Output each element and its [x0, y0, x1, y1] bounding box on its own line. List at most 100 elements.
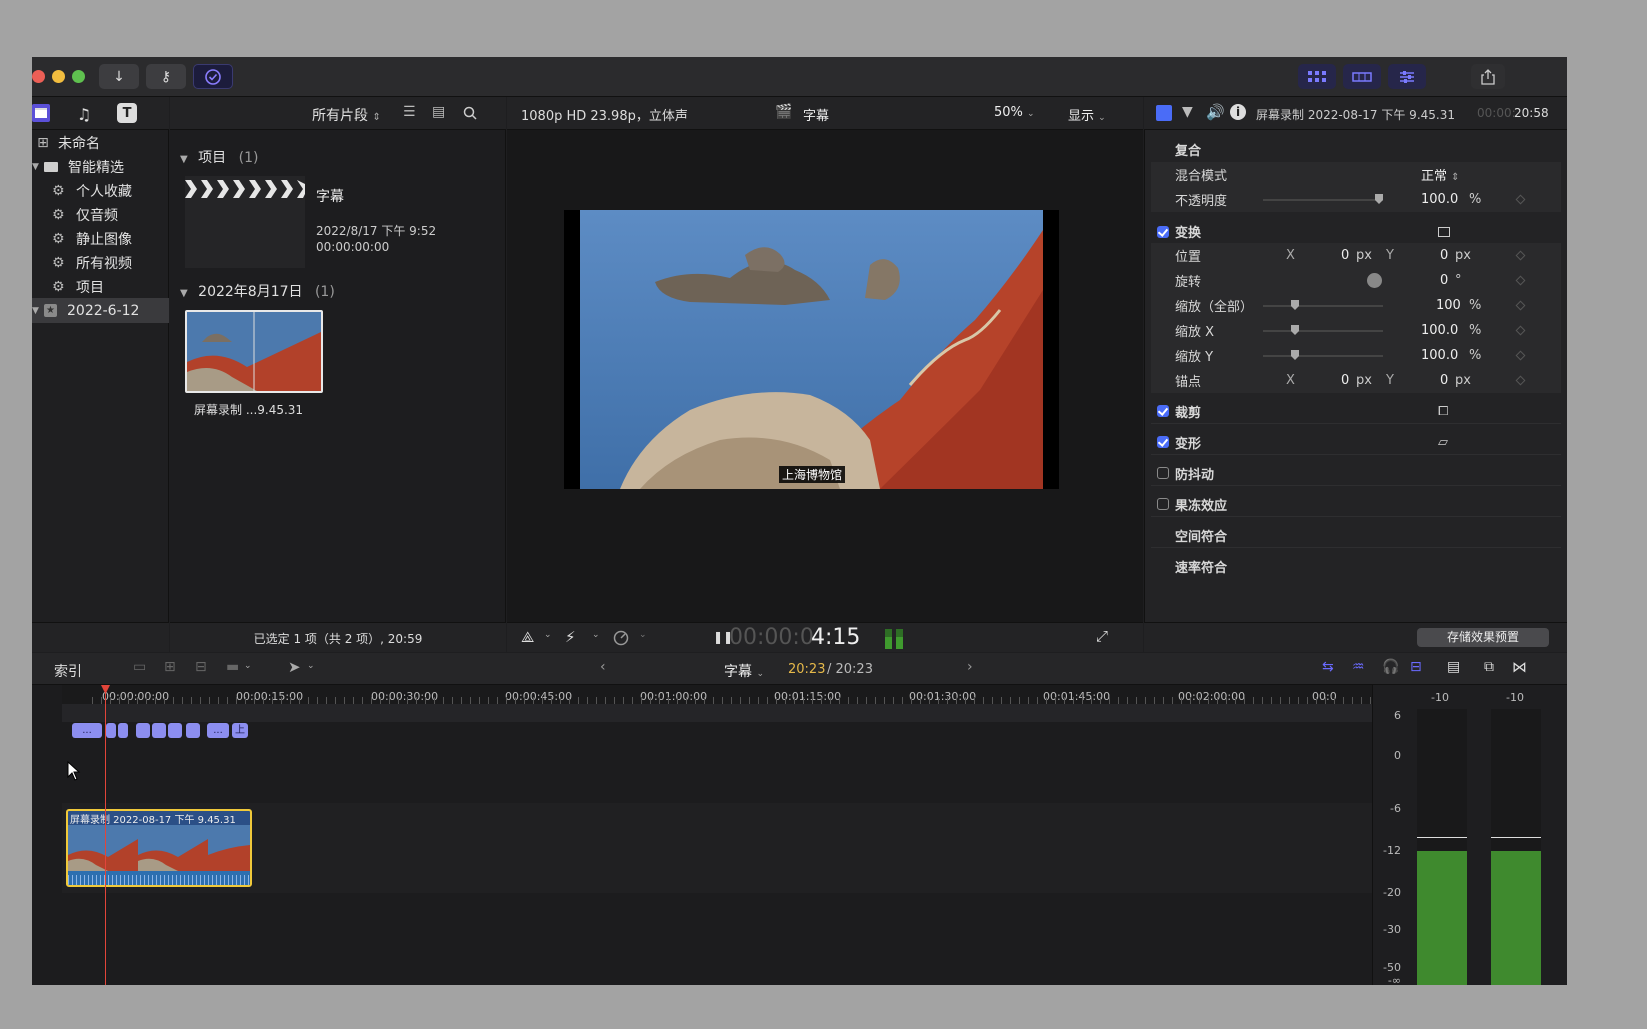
- library-item-event-2022-6-12[interactable]: ▼ ★ 2022-6-12: [32, 298, 169, 323]
- clip-thumbnail[interactable]: [185, 310, 323, 393]
- opacity-value[interactable]: 100.0: [1421, 192, 1458, 207]
- crop-onscreen-icon[interactable]: ⧠: [1438, 404, 1448, 419]
- keyframe-button[interactable]: [1515, 325, 1526, 336]
- rate-conform-section[interactable]: 速率符合: [1151, 554, 1561, 579]
- transitions-browser-icon[interactable]: ⋈: [1512, 658, 1527, 676]
- zoom-window-button[interactable]: [72, 70, 85, 83]
- color-inspector-icon[interactable]: ▼: [1182, 104, 1193, 120]
- history-forward-icon[interactable]: ›: [967, 659, 973, 675]
- caption-chip[interactable]: [152, 723, 166, 738]
- transform-onscreen-icon[interactable]: [1438, 226, 1450, 237]
- keyframe-button[interactable]: [1515, 350, 1526, 361]
- overwrite-clip-icon[interactable]: ▬: [226, 659, 239, 675]
- keyframe-button[interactable]: [1515, 194, 1526, 205]
- distort-section[interactable]: 变形 ▱: [1151, 430, 1561, 455]
- fullscreen-icon[interactable]: ⤢: [1096, 627, 1108, 645]
- rolling-shutter-section[interactable]: 果冻效应: [1151, 492, 1561, 517]
- keyframe-button[interactable]: [1515, 275, 1526, 286]
- library-item-stills[interactable]: ⚙ 静止图像: [32, 226, 169, 251]
- timeline-area[interactable]: 00:00:00:00 00:00:15:00 00:00:30:00 00:0…: [32, 685, 1372, 985]
- scale-all-value[interactable]: 100: [1436, 298, 1461, 313]
- library-item-projects[interactable]: ⚙ 项目: [32, 274, 169, 299]
- magic-wand-icon[interactable]: ⚡: [565, 628, 576, 646]
- chevron-down-icon[interactable]: ⌄: [639, 630, 647, 640]
- opacity-slider[interactable]: [1263, 199, 1383, 201]
- timeline-index-button[interactable]: 索引: [54, 661, 82, 681]
- connect-clip-icon[interactable]: ▭: [133, 659, 146, 675]
- timecode[interactable]: 4:15: [811, 625, 860, 650]
- library-item-unnamed[interactable]: ⊞ 未命名: [32, 130, 169, 155]
- import-button[interactable]: ↓: [99, 64, 139, 89]
- anchor-x-value[interactable]: 0: [1341, 373, 1349, 388]
- filmstrip-icon[interactable]: ▤: [432, 104, 445, 120]
- library-item-audio-only[interactable]: ⚙ 仅音频: [32, 202, 169, 227]
- event-section-header[interactable]: ▼ 2022年8月17日 (1): [180, 281, 335, 301]
- timeline-ruler[interactable]: 00:00:00:00 00:00:15:00 00:00:30:00 00:0…: [62, 685, 1372, 705]
- stabilization-checkbox[interactable]: [1157, 467, 1169, 479]
- video-inspector-icon[interactable]: [1156, 105, 1172, 121]
- save-effects-preset-button[interactable]: 存储效果预置: [1417, 628, 1549, 647]
- caption-chip[interactable]: 上: [232, 723, 248, 738]
- video-frame[interactable]: 上海博物馆: [564, 210, 1059, 489]
- snapping-icon[interactable]: ⊟: [1410, 659, 1422, 675]
- library-item-smart-collections[interactable]: ▼ 智能精选: [32, 154, 169, 179]
- crop-section[interactable]: 裁剪 ⧠: [1151, 399, 1561, 424]
- scale-y-value[interactable]: 100.0: [1421, 348, 1458, 363]
- keyframe-button[interactable]: [1515, 250, 1526, 261]
- transform-tool-icon[interactable]: ⟁: [521, 628, 534, 646]
- distort-checkbox[interactable]: [1157, 436, 1169, 448]
- project-thumbnail[interactable]: [185, 176, 305, 268]
- keyframe-button[interactable]: [1515, 300, 1526, 311]
- chevron-down-icon[interactable]: ⌄: [544, 630, 552, 640]
- caption-chip[interactable]: [136, 723, 150, 738]
- speedometer-icon[interactable]: [613, 630, 629, 646]
- blend-mode-popup[interactable]: 正常 ⇕: [1421, 165, 1460, 184]
- disclosure-down-icon[interactable]: ▼: [32, 162, 42, 172]
- caption-chip[interactable]: [118, 723, 128, 738]
- keyframe-button[interactable]: [1515, 375, 1526, 386]
- timeline-clip[interactable]: 屏幕录制 2022-08-17 下午 9.45.31: [66, 809, 252, 887]
- projects-section-header[interactable]: ▼ 项目 (1): [180, 147, 258, 167]
- chevron-down-icon[interactable]: ⌄: [307, 661, 315, 671]
- keywords-button[interactable]: ⚷: [146, 64, 186, 89]
- video-only-icon[interactable]: ⇆: [1322, 659, 1334, 675]
- background-tasks-button[interactable]: [193, 64, 233, 89]
- stabilization-section[interactable]: 防抖动: [1151, 461, 1561, 486]
- display-menu[interactable]: 显示 ⌄: [1068, 105, 1106, 124]
- anchor-y-value[interactable]: 0: [1440, 373, 1448, 388]
- chevron-down-icon[interactable]: ⌄: [592, 630, 600, 640]
- distort-onscreen-icon[interactable]: ▱: [1438, 435, 1448, 450]
- playhead[interactable]: [105, 685, 106, 985]
- opacity-slider-knob[interactable]: [1375, 194, 1383, 204]
- libraries-icon[interactable]: [32, 104, 50, 122]
- show-timeline-button[interactable]: [1343, 64, 1381, 89]
- caption-chip[interactable]: [106, 723, 116, 738]
- photos-audio-icon[interactable]: ♫: [74, 104, 94, 124]
- zoom-menu[interactable]: 50% ⌄: [994, 105, 1035, 120]
- position-x-value[interactable]: 0: [1341, 248, 1349, 263]
- append-clip-icon[interactable]: ⊟: [195, 659, 207, 675]
- rotation-dial[interactable]: [1367, 273, 1382, 288]
- caption-chip[interactable]: [168, 723, 182, 738]
- clip-appearance-icon[interactable]: ▤: [1447, 659, 1460, 675]
- scale-x-value[interactable]: 100.0: [1421, 323, 1458, 338]
- speaker-icon[interactable]: 🔊: [1206, 103, 1225, 121]
- effects-browser-icon[interactable]: ⧉: [1484, 659, 1494, 675]
- scale-y-slider[interactable]: [1263, 355, 1383, 357]
- share-button[interactable]: [1471, 64, 1505, 89]
- scale-x-slider[interactable]: [1263, 330, 1383, 332]
- scale-x-slider-knob[interactable]: [1291, 325, 1299, 335]
- minimize-window-button[interactable]: [52, 70, 65, 83]
- show-browser-button[interactable]: [1298, 64, 1336, 89]
- disclosure-down-icon[interactable]: ▼: [32, 306, 42, 316]
- library-item-favorites[interactable]: ⚙ 个人收藏: [32, 178, 169, 203]
- position-y-value[interactable]: 0: [1440, 248, 1448, 263]
- audio-skimming-icon[interactable]: ♒: [1352, 659, 1365, 675]
- show-inspector-button[interactable]: [1388, 64, 1426, 89]
- library-item-all-video[interactable]: ⚙ 所有视频: [32, 250, 169, 275]
- scale-all-slider-knob[interactable]: [1291, 300, 1299, 310]
- compositing-section[interactable]: 复合: [1151, 137, 1561, 162]
- caption-chip[interactable]: ...: [72, 723, 102, 738]
- search-icon[interactable]: [463, 106, 477, 120]
- scale-y-slider-knob[interactable]: [1291, 350, 1299, 360]
